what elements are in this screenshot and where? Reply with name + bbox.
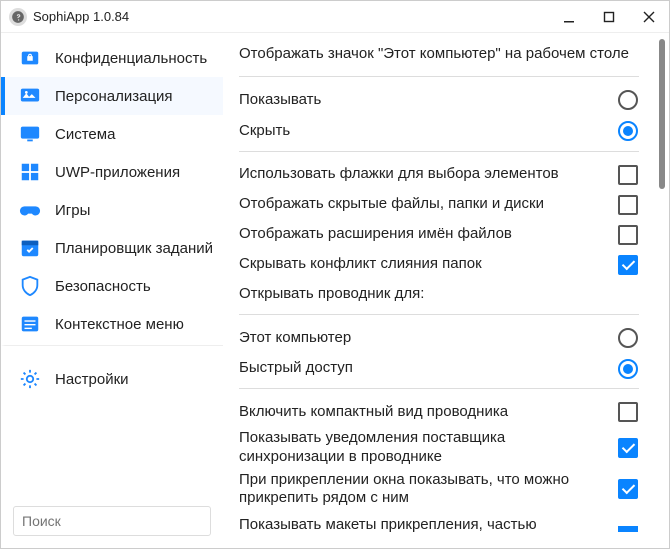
sidebar-item-games[interactable]: Игры (1, 191, 223, 229)
uwp-icon (19, 161, 41, 183)
sidebar-item-personalize[interactable]: Персонализация (1, 77, 223, 115)
games-icon (19, 199, 41, 221)
option-label: Отображать скрытые файлы, папки и диски (239, 195, 617, 214)
scheduler-icon (19, 237, 41, 259)
section-subtitle: Открывать проводник для: (239, 280, 639, 310)
option-label: Показывать (239, 87, 617, 114)
maximize-button[interactable] (589, 1, 629, 33)
option-row[interactable]: Этот компьютер (239, 323, 639, 354)
option-row[interactable]: Включить компактный вид проводника (239, 397, 639, 427)
option-row[interactable]: Использовать флажки для выбора элементов (239, 160, 639, 190)
content: Отображать значок "Этот компьютер" на ра… (223, 33, 655, 550)
minimize-button[interactable] (549, 1, 589, 33)
option-row[interactable]: Быстрый доступ (239, 353, 639, 384)
sidebar-item-system[interactable]: Система (1, 115, 223, 153)
security-icon (19, 275, 41, 297)
system-icon (19, 123, 41, 145)
sidebar-item-label: Игры (55, 202, 90, 219)
checkbox[interactable] (617, 194, 639, 216)
separator (239, 151, 639, 152)
option-row[interactable]: Скрыть (239, 116, 639, 147)
sidebar-item-label: Контекстное меню (55, 316, 184, 333)
sidebar-item-scheduler[interactable]: Планировщик заданий (1, 229, 223, 267)
scrollbar[interactable] (659, 39, 665, 189)
checkbox[interactable] (617, 224, 639, 246)
checkbox[interactable] (617, 401, 639, 423)
window-controls (549, 1, 669, 33)
sidebar-item-security[interactable]: Безопасность (1, 267, 223, 305)
context-icon (19, 313, 41, 335)
checkbox[interactable] (617, 437, 639, 459)
sidebar-item-label: Безопасность (55, 278, 151, 295)
sidebar-item-label: Конфиденциальность (55, 50, 207, 67)
section-title: Отображать значок "Этот компьютер" на ра… (239, 39, 639, 72)
radio-button[interactable] (617, 327, 639, 349)
sidebar-item-settings[interactable]: Настройки (1, 360, 223, 398)
settings-icon (19, 368, 41, 390)
sidebar-item-privacy[interactable]: Конфиденциальность (1, 39, 223, 77)
option-label: Показывать макеты прикрепления, частью (239, 516, 617, 535)
separator (239, 388, 639, 389)
option-row[interactable]: Отображать скрытые файлы, папки и диски (239, 190, 639, 220)
option-label: Использовать флажки для выбора элементов (239, 165, 617, 184)
checkbox[interactable] (617, 478, 639, 500)
sidebar-item-label: Настройки (55, 371, 129, 388)
checkbox[interactable] (617, 514, 639, 536)
option-row[interactable]: Отображать расширения имён файлов (239, 220, 639, 250)
option-label: Этот компьютер (239, 325, 617, 352)
radio-button[interactable] (617, 89, 639, 111)
option-row[interactable]: Скрывать конфликт слияния папок (239, 250, 639, 280)
radio-button[interactable] (617, 358, 639, 380)
checkbox[interactable] (617, 164, 639, 186)
search-input[interactable] (13, 506, 211, 536)
option-row[interactable]: Показывать уведомления поставщика синхро… (239, 427, 639, 469)
sidebar-item-label: UWP-приложения (55, 164, 180, 181)
sidebar: Конфиденциальность Персонализация Система U… (1, 33, 223, 550)
radio-button[interactable] (617, 120, 639, 142)
option-label: Скрывать конфликт слияния папок (239, 255, 617, 274)
option-label: Отображать расширения имён файлов (239, 225, 617, 244)
option-label: Скрыть (239, 118, 617, 145)
option-row[interactable]: При прикреплении окна показывать, что мо… (239, 469, 639, 511)
close-button[interactable] (629, 1, 669, 33)
option-label: При прикреплении окна показывать, что мо… (239, 471, 617, 509)
app-icon (9, 8, 27, 26)
sidebar-item-label: Планировщик заданий (55, 240, 213, 257)
personalize-icon (19, 85, 41, 107)
sidebar-item-context[interactable]: Контекстное меню (1, 305, 223, 346)
sidebar-item-uwp[interactable]: UWP-приложения (1, 153, 223, 191)
titlebar: SophiApp 1.0.84 (1, 1, 669, 33)
privacy-icon (19, 47, 41, 69)
sidebar-item-label: Персонализация (55, 88, 173, 105)
app-title: SophiApp 1.0.84 (33, 9, 549, 24)
separator (239, 314, 639, 315)
sidebar-item-label: Система (55, 126, 115, 143)
option-label: Показывать уведомления поставщика синхро… (239, 429, 617, 467)
option-row[interactable]: Показывать (239, 85, 639, 116)
separator (239, 76, 639, 77)
option-row[interactable]: Показывать макеты прикрепления, частью (239, 510, 639, 540)
option-label: Быстрый доступ (239, 355, 617, 382)
option-label: Включить компактный вид проводника (239, 403, 617, 422)
checkbox[interactable] (617, 254, 639, 276)
